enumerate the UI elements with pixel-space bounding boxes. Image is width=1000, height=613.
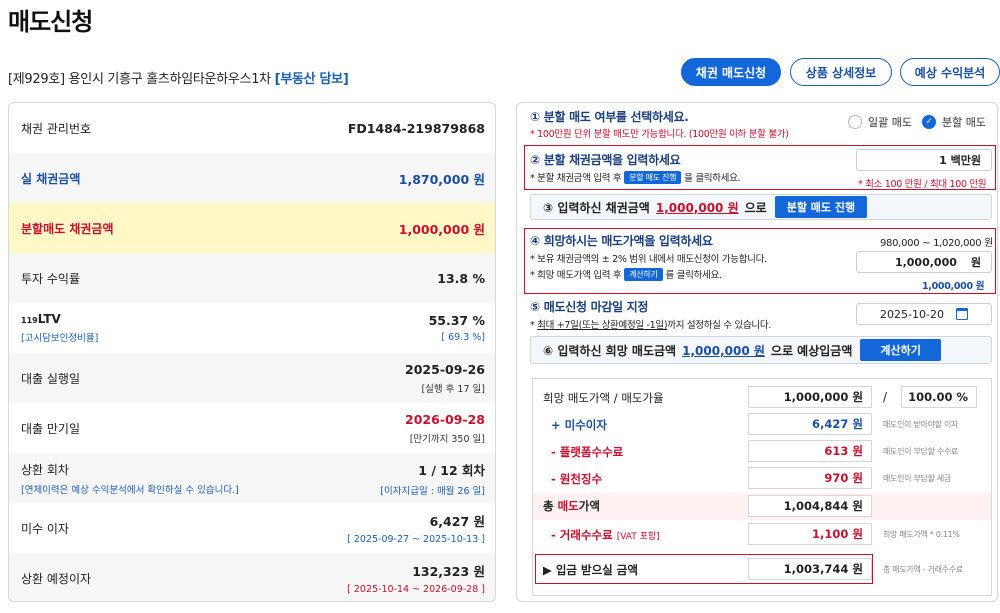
hope-price-echo: 1,000,000 원 [922, 281, 985, 292]
split-chip: 분할 매도 진행 [624, 171, 682, 184]
step3-bar: ③ 입력하신 채권금액 1,000,000 원 으로 분할 매도 진행 [530, 194, 992, 220]
step4-range: 980,000 ~ 1,020,000 원 [880, 238, 994, 249]
bond-sell-button[interactable]: 채권 매도신청 [681, 58, 781, 86]
row-loan-exec: 대출 실행일 2025-09-26 [실행 후 17 일] [9, 353, 495, 403]
step2-title: ② 분할 채권금액을 입력하세요 [530, 153, 681, 167]
step4-note2: * 희망 매도가액 입력 후 계산하기 를 클릭하세요. [530, 268, 722, 281]
split-limit-note: * 최소 100 만원 / 최대 100 만원 [858, 179, 987, 190]
row-return: 투자 수익률 13.8 % [9, 253, 495, 303]
page-title: 매도신청 [8, 8, 93, 36]
deadline-date-input[interactable]: 2025-10-20 [856, 303, 992, 325]
row-real-amount: 실 채권금액 1,870,000 원 [9, 153, 495, 203]
radio-split-sell[interactable]: ✓ 분할 매도 [922, 114, 986, 130]
row-split-amount: 분할매도 채권금액 1,000,000 원 [9, 203, 495, 253]
row-bond-no: 채권 관리번호 FD1484-219879868 [21, 120, 485, 136]
step4-title: ④ 희망하시는 매도가액을 입력하세요 [530, 234, 713, 248]
step6-bar: ⑥ 입력하신 희망 매도금액 1,000,000 원 으로 예상입금액 계산하기 [530, 336, 992, 364]
product-tag: [부동산 담보] [274, 72, 349, 87]
radio-off-icon [848, 115, 862, 129]
row-repay: 상환 회차 [연체이력은 예상 수익분석에서 확인하실 수 있습니다.] 1 /… [9, 453, 495, 503]
row-unpaid-interest: 미수 이자 6,427 원 [ 2025-09-27 ~ 2025-10-13 … [21, 514, 485, 545]
step1-title: ① 분할 매도 여부를 선택하세요. [530, 110, 689, 124]
ltv-prefix: 119 [21, 316, 38, 325]
step1-note: * 100만원 단위 분할 매도만 가능합니다. (100만원 이하 분할 불가… [530, 129, 789, 140]
row-ltv: 119LTV [고시담보인정비율] 55.37 % [ 69.3 %] [21, 312, 485, 344]
step5-note: * 최대 +7일(또는 상환예정일 -1일)까지 설정하실 수 있습니다. [530, 320, 771, 331]
calendar-icon[interactable] [955, 308, 968, 320]
step2-note: * 분할 채권금액 입력 후 분할 매도 진행 을 클릭하세요. [530, 171, 741, 184]
summary-total-row: 총 매도가액 1,004,844 원 [533, 493, 991, 520]
hope-price-input[interactable]: 1,000,000 원 [856, 251, 992, 273]
split-amount-input[interactable]: 1 백만원 [856, 149, 992, 171]
summary-platform-row: - 플랫폼수수료 613 원 매도인이 부담할 수수료 [533, 439, 991, 464]
row-loan-maturity: 대출 만기일 2026-09-28 [만기까지 350 일] [21, 411, 485, 445]
check-icon: ✓ [922, 115, 936, 129]
summary-hope-row: 희망 매도가액 / 매도가율 1,000,000 원 / 100.00 % [533, 385, 991, 410]
split-proceed-button[interactable]: 분할 매도 진행 [774, 196, 868, 218]
summary-table: 희망 매도가액 / 매도가율 1,000,000 원 / 100.00 % + … [532, 378, 992, 596]
summary-receive-row: ▶ 입금 받으실 금액 1,003,744 원 총 매도가액 - 거래수수료 [533, 557, 991, 582]
summary-fee-row: - 거래수수료 [VAT 포함] 1,100 원 희망 매도가액 * 0.11% [533, 522, 991, 547]
expected-return-button[interactable]: 예상 수익분석 [900, 58, 1000, 86]
bond-info-panel: 채권 관리번호 FD1484-219879868 실 채권금액 1,870,00… [8, 102, 496, 602]
summary-unpaid-row: + 미수이자 6,427 원 매도인이 받아야할 이자 [533, 412, 991, 437]
radio-full-sell[interactable]: 일괄 매도 [848, 114, 912, 130]
calculate-button[interactable]: 계산하기 [860, 339, 941, 361]
product-code: [제929호] [8, 72, 65, 87]
calc-chip: 계산하기 [624, 268, 663, 281]
step4-note1: * 보유 채권금액의 ± 2% 범위 내에서 매도신청이 가능합니다. [530, 254, 767, 265]
product-name: 용인시 기흥구 홀츠하임타운하우스1차 [68, 72, 272, 87]
row-planned-interest: 상환 예정이자 132,323 원 [ 2025-10-14 ~ 2026-09… [9, 553, 495, 601]
product-line: [제929호] 용인시 기흥구 홀츠하임타운하우스1차 [부동산 담보] [8, 68, 349, 87]
step5-title: ⑤ 매도신청 마감일 지정 [530, 300, 649, 314]
summary-tax-row: - 원천징수 970 원 매도인이 부담할 세금 [533, 466, 991, 491]
product-detail-button[interactable]: 상품 상세정보 [790, 58, 892, 86]
